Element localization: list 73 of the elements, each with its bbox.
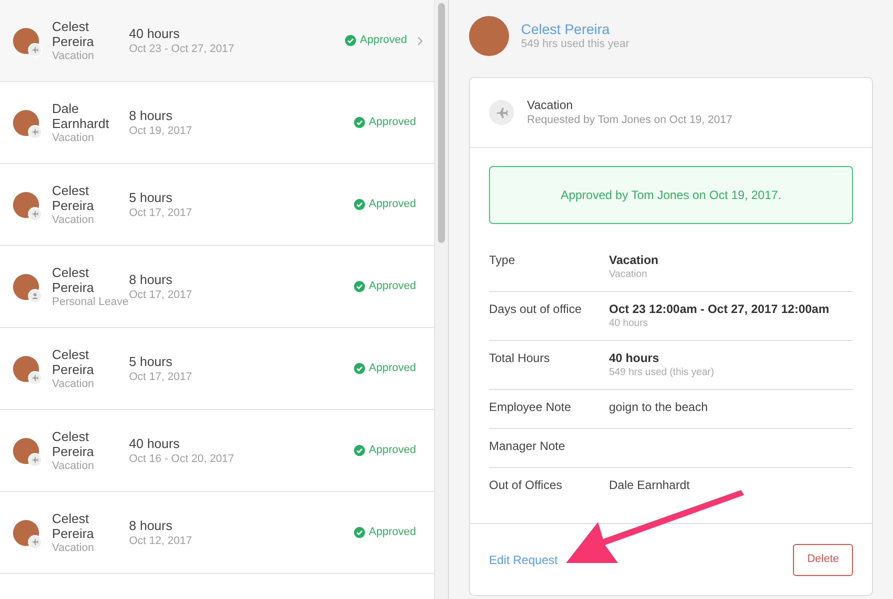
status-label: Approved [368,443,416,458]
field-label: Type [489,253,516,269]
approval-banner: Approved by Tom Jones on Oct 19, 2017. [489,166,853,224]
hours: 40 hours [129,436,181,452]
dates: Oct 19, 2017 [129,124,193,138]
airplane-icon [31,538,39,546]
field-label: Total Hours [489,351,551,367]
field-note: 40 hours [609,317,649,330]
leave-type: Vacation [52,376,95,390]
hours: 8 hours [129,518,174,534]
status-label: Approved [368,279,416,294]
field-note: Vacation [609,268,648,281]
field-label: Out of Offices [489,478,564,494]
request-title: Vacation [527,98,574,113]
check-circle-icon [354,117,365,128]
status-label: Approved [368,361,416,376]
leave-type: Vacation [52,48,95,62]
leave-type: Vacation [52,540,95,554]
status-label: Approved [368,197,416,212]
employee-name: Celest Pereira [52,428,95,458]
leave-type: Vacation [52,212,95,226]
employee-name: Celest Pereira [52,510,95,540]
dates: Oct 16 - Oct 20, 2017 [129,452,236,466]
leave-type: Vacation [52,458,95,472]
request-row[interactable]: Celest Pereira Vacation 40 hours Oct 23 - Oct 27, 2017 Approved [0,0,434,82]
hours: 5 hours [129,354,174,370]
avatar-photo [469,16,509,56]
check-circle-icon [354,199,365,210]
status-label: Approved [368,115,416,130]
field-label: Manager Note [489,439,566,455]
chevron-right-icon [417,36,423,46]
hours: 8 hours [129,272,174,288]
usage-text: 549 hrs used this year [521,38,630,51]
airplane-icon [31,46,39,54]
hours: 40 hours [129,26,181,42]
leave-type: Vacation [52,130,95,144]
field-value: Oct 23 12:00am - Oct 27, 2017 12:00am [609,302,830,317]
airplane-icon [31,210,39,218]
dates: Oct 17, 2017 [129,370,193,384]
field-label: Days out of office [489,302,582,318]
employee-name: Celest Pereira [52,264,95,294]
dates: Oct 12, 2017 [129,534,193,548]
check-circle-icon [354,445,365,456]
employee-name: Celest Pereira [52,18,95,48]
airplane-icon [494,106,508,120]
airplane-icon [31,456,39,464]
leave-type: Personal Leave [52,294,129,308]
dates: Oct 17, 2017 [129,206,193,220]
hours: 5 hours [129,190,174,206]
request-subtitle: Requested by Tom Jones on Oct 19, 2017 [527,113,732,127]
status-label: Approved [368,525,416,540]
employee-name: Celest Pereira [52,346,95,376]
hours: 8 hours [129,108,174,124]
field-label: Employee Note [489,400,572,416]
field-value: 40 hours [609,351,660,366]
scrollbar-thumb[interactable] [438,3,445,243]
field-value: Dale Earnhardt [609,478,690,493]
person-icon [31,292,39,300]
employee-name: Celest Pereira [52,182,95,212]
field-note: 549 hrs used (this year) [609,366,714,379]
check-circle-icon [354,281,365,292]
delete-button[interactable]: Delete [793,544,853,576]
airplane-icon [31,374,39,382]
check-circle-icon [344,35,356,46]
check-circle-icon [354,363,365,374]
airplane-icon [31,128,39,136]
status-label: Approved [360,33,407,48]
employee-name: Dale Earnhardt [52,100,110,130]
check-circle-icon [354,527,365,538]
field-value: goign to the beach [609,400,708,415]
dates: Oct 23 - Oct 27, 2017 [129,42,236,56]
field-value: Vacation [609,253,658,268]
dates: Oct 17, 2017 [129,288,193,302]
